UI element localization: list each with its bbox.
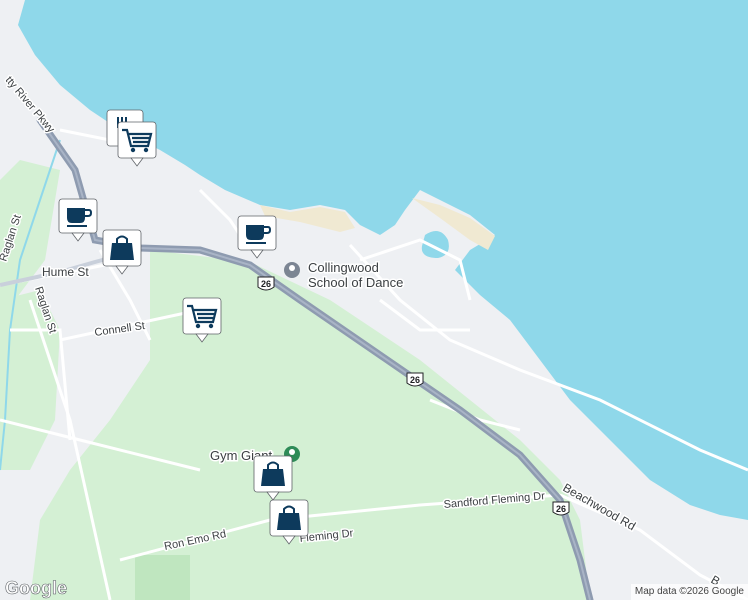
map-attribution[interactable]: Map data ©2026 Google xyxy=(630,584,748,600)
place-label-line1: Collingwood xyxy=(308,260,379,275)
google-logo: Google xyxy=(5,578,67,598)
route-shield-26-b: 26 xyxy=(406,372,424,387)
svg-text:26: 26 xyxy=(261,279,271,289)
place-label-line2: School of Dance xyxy=(308,275,403,290)
map-canvas[interactable]: tty River Pkwy Hume St Raglan St Raglan … xyxy=(0,0,748,600)
gym-pin-dot xyxy=(289,449,295,455)
svg-text:26: 26 xyxy=(410,375,420,385)
street-label-hume-st: Hume St xyxy=(42,265,89,279)
route-shield-26-c: 26 xyxy=(552,501,570,516)
sports-field xyxy=(135,555,190,600)
place-pin-dot xyxy=(289,265,295,271)
route-shield-26-a: 26 xyxy=(257,276,275,291)
svg-text:26: 26 xyxy=(556,504,566,514)
